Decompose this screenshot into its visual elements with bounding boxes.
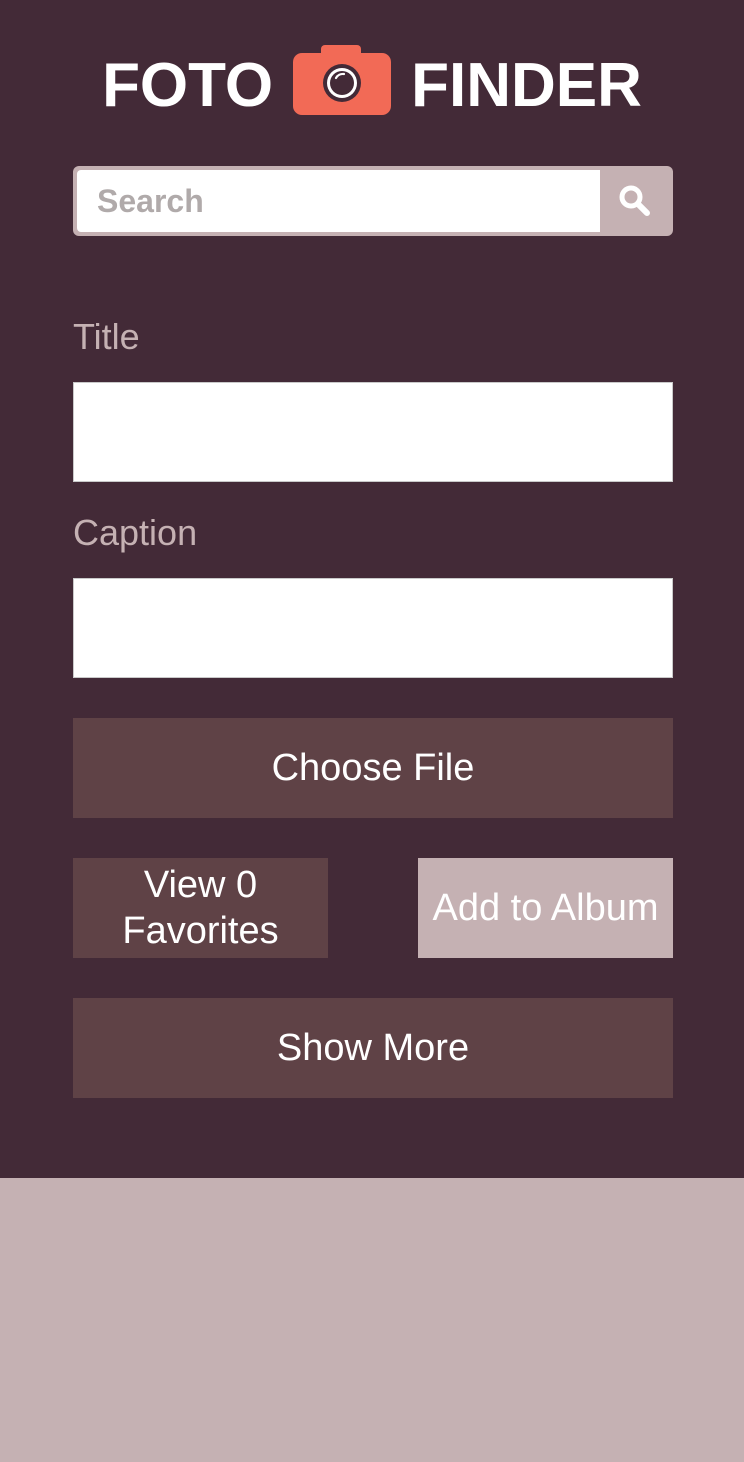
camera-icon: [293, 45, 392, 115]
title-label: Title: [73, 316, 140, 357]
view-favorites-line1: View 0: [143, 864, 258, 906]
view-favorites-line2: Favorites: [122, 910, 279, 952]
view-favorites-button[interactable]: View 0 Favorites: [73, 858, 328, 958]
photo-gallery-area: [0, 1178, 744, 1462]
logo-word-left: FOTO: [102, 51, 274, 120]
add-to-album-button[interactable]: Add to Album: [418, 858, 673, 958]
search-icon: [619, 185, 650, 216]
search-bar: [73, 166, 673, 236]
caption-input[interactable]: [73, 578, 673, 678]
show-more-button[interactable]: Show More: [73, 998, 673, 1098]
search-button[interactable]: [600, 170, 669, 232]
logo-word-right: FINDER: [411, 51, 642, 120]
choose-file-button[interactable]: Choose File: [73, 718, 673, 818]
title-input[interactable]: [73, 382, 673, 482]
header-panel: FOTO FINDER Title Caption Choose File: [0, 0, 744, 1178]
add-to-album-label: Add to Album: [432, 886, 659, 929]
choose-file-label: Choose File: [271, 747, 475, 789]
show-more-label: Show More: [276, 1027, 470, 1069]
app-logo: FOTO FINDER: [0, 40, 744, 132]
search-input[interactable]: [77, 170, 600, 232]
caption-label: Caption: [73, 512, 198, 553]
